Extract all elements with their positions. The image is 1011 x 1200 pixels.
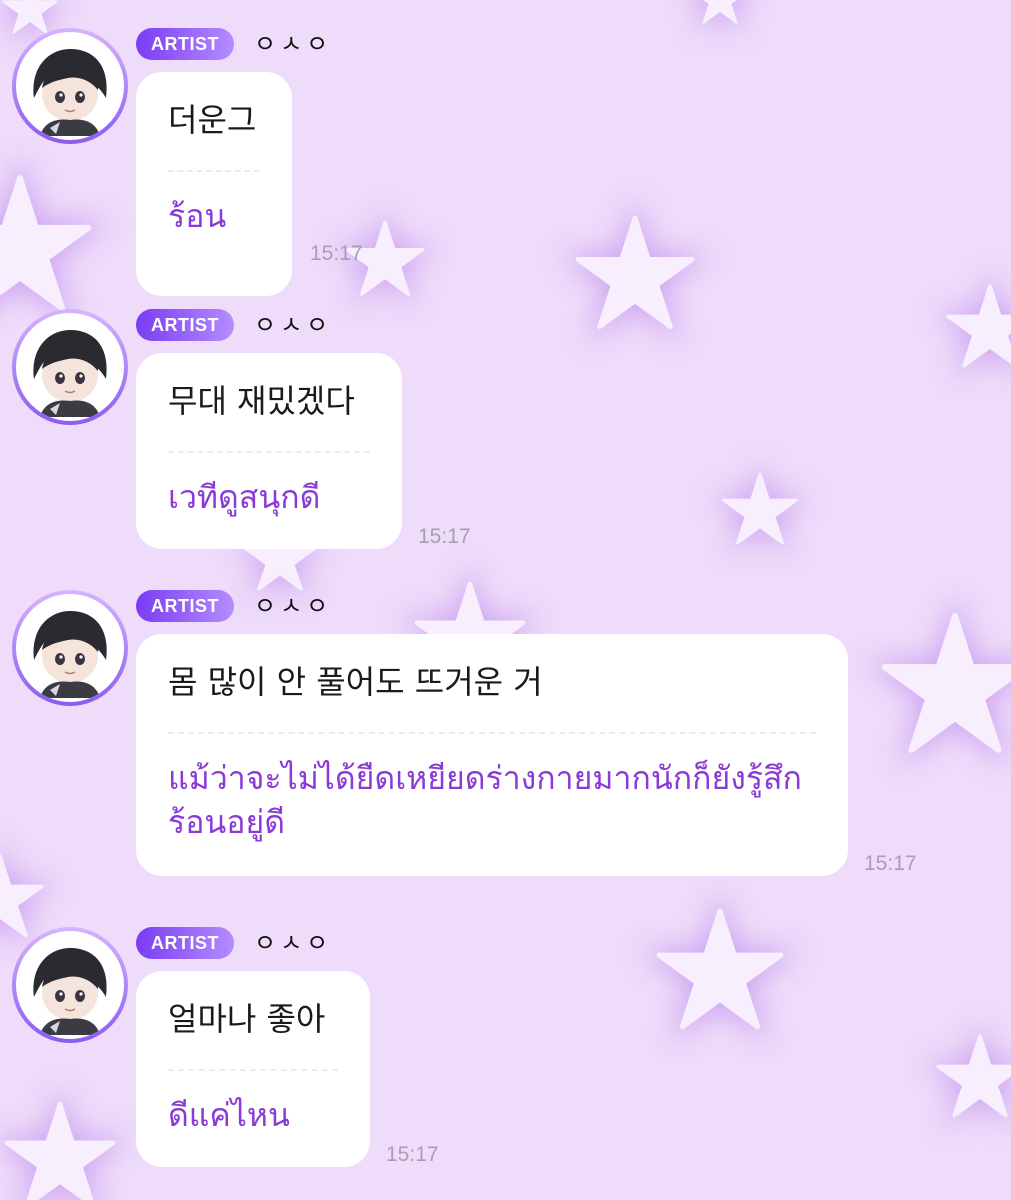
- artist-avatar-icon: [16, 32, 124, 140]
- avatar[interactable]: [12, 590, 128, 706]
- sender-name[interactable]: ㅇㅅㅇ: [254, 28, 332, 60]
- message-bubble[interactable]: 더운그 ร้อน: [136, 72, 292, 296]
- message-bubble[interactable]: 얼마나 좋아 ดีแค่ไหน: [136, 971, 370, 1167]
- avatar[interactable]: [12, 927, 128, 1043]
- artist-badge: ARTIST: [136, 28, 234, 60]
- sender-name[interactable]: ㅇㅅㅇ: [254, 309, 332, 341]
- artist-badge: ARTIST: [136, 927, 234, 959]
- thai-translation: เวทีดูสนุกดี: [168, 478, 321, 516]
- message-bubble[interactable]: 몸 많이 안 풀어도 뜨거운 거 แม้ว่าจะไม่ได้ยืดเหยียด…: [136, 634, 848, 876]
- avatar[interactable]: [12, 28, 128, 144]
- thai-translation: แม้ว่าจะไม่ได้ยืดเหยียดร่างกายมากนักก็ยั…: [168, 759, 802, 841]
- artist-badge: ARTIST: [136, 309, 234, 341]
- timestamp: 15:17: [418, 525, 471, 548]
- timestamp: 15:17: [864, 852, 917, 875]
- timestamp: 15:17: [310, 242, 363, 265]
- korean-text: 무대 재밌겠다: [168, 382, 355, 420]
- korean-text: 더운그: [168, 101, 257, 139]
- avatar[interactable]: [12, 309, 128, 425]
- artist-badge: ARTIST: [136, 590, 234, 622]
- thai-translation: ร้อน: [168, 197, 227, 235]
- korean-text: 얼마나 좋아: [168, 1000, 326, 1038]
- message-bubble[interactable]: 무대 재밌겠다 เวทีดูสนุกดี: [136, 353, 402, 549]
- artist-avatar-icon: [16, 931, 124, 1039]
- artist-avatar-icon: [16, 594, 124, 702]
- korean-text: 몸 많이 안 풀어도 뜨거운 거: [168, 663, 543, 701]
- sender-name[interactable]: ㅇㅅㅇ: [254, 590, 332, 622]
- sender-name[interactable]: ㅇㅅㅇ: [254, 927, 332, 959]
- artist-avatar-icon: [16, 313, 124, 421]
- thai-translation: ดีแค่ไหน: [168, 1096, 290, 1134]
- timestamp: 15:17: [386, 1143, 439, 1166]
